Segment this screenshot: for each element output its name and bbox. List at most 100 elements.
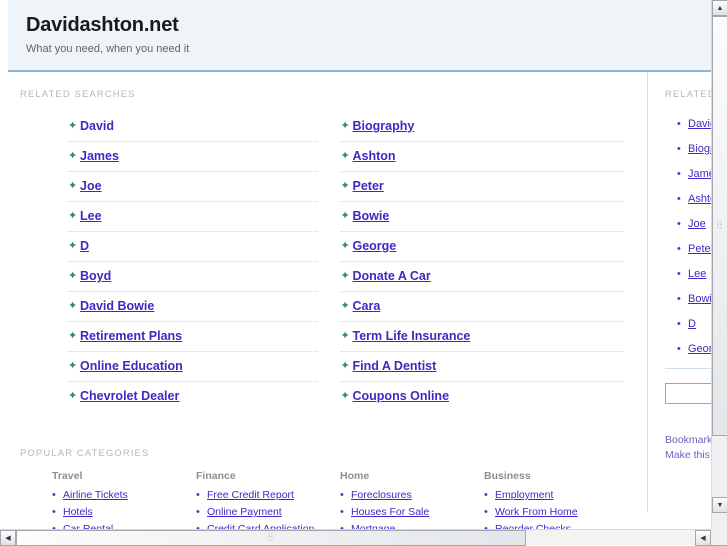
related-search-item[interactable]: ✦Joe	[68, 172, 318, 202]
related-search-link[interactable]: George	[353, 239, 397, 253]
category-list-item[interactable]: •Houses For Sale	[340, 506, 484, 518]
category-heading: Travel	[52, 470, 196, 482]
page-title: Davidashton.net	[26, 14, 711, 36]
horizontal-scrollbar-thumb[interactable]: ∷∷	[16, 530, 526, 546]
related-search-item[interactable]: ✦D	[68, 232, 318, 262]
related-search-item[interactable]: ✦Cara	[341, 292, 624, 322]
dot-bullet-icon: •	[52, 507, 63, 518]
category-column: Finance•Free Credit Report•Online Paymen…	[196, 470, 340, 529]
horizontal-scrollbar[interactable]: ◀ ∷∷ ◀ ▶	[0, 529, 727, 545]
vertical-scrollbar[interactable]: ▲ ∷∷ ▼	[711, 0, 727, 529]
category-list-item[interactable]: •Free Credit Report	[196, 489, 340, 501]
related-search-link[interactable]: James	[80, 149, 119, 163]
dot-bullet-icon: •	[196, 507, 207, 518]
scroll-down-button[interactable]: ▼	[712, 497, 727, 513]
related-searches-label: RELATED SEARCHES	[8, 72, 647, 100]
category-list-item[interactable]: •Hotels	[52, 506, 196, 518]
sidebar-link[interactable]: David	[688, 118, 711, 130]
related-search-item[interactable]: ✦Biography	[341, 112, 624, 142]
sidebar-list-item[interactable]: •George	[677, 343, 711, 355]
category-link[interactable]: Work From Home	[495, 506, 578, 518]
sidebar-list-item[interactable]: •Biography	[677, 143, 711, 155]
related-search-item[interactable]: ✦David	[68, 112, 318, 142]
related-search-link[interactable]: Biography	[353, 119, 415, 133]
sidebar-link[interactable]: Joe	[688, 218, 706, 230]
category-list-item[interactable]: •Work From Home	[484, 506, 628, 518]
related-search-link[interactable]: David Bowie	[80, 299, 154, 313]
sidebar-link[interactable]: D	[688, 318, 696, 330]
related-search-item[interactable]: ✦Find A Dentist	[341, 352, 624, 382]
content-columns: RELATED SEARCHES ✦David✦James✦Joe✦Lee✦D✦…	[0, 72, 711, 529]
dot-bullet-icon: •	[196, 490, 207, 501]
vertical-scrollbar-thumb[interactable]: ∷∷	[712, 16, 727, 436]
related-search-item[interactable]: ✦Coupons Online	[341, 382, 624, 411]
related-search-link[interactable]: Find A Dentist	[353, 359, 437, 373]
scroll-left-icon: ◀	[700, 534, 705, 542]
sidebar-link[interactable]: Biography	[688, 143, 711, 155]
category-list-item[interactable]: •Online Payment	[196, 506, 340, 518]
related-search-item[interactable]: ✦Chevrolet Dealer	[68, 382, 318, 411]
sidebar-link[interactable]: Lee	[688, 268, 706, 280]
related-search-item[interactable]: ✦Ashton	[341, 142, 624, 172]
related-search-link[interactable]: Retirement Plans	[80, 329, 182, 343]
sidebar-list-item[interactable]: •Peter	[677, 243, 711, 255]
scroll-left-icon: ◀	[5, 534, 10, 542]
related-search-item[interactable]: ✦David Bowie	[68, 292, 318, 322]
scroll-left-button[interactable]: ◀	[0, 530, 16, 546]
related-search-link[interactable]: Peter	[353, 179, 384, 193]
sidebar-footer-link[interactable]: Bookmark this page	[665, 434, 711, 446]
arrow-bullet-icon: ✦	[68, 271, 80, 282]
related-search-link[interactable]: Bowie	[353, 209, 390, 223]
sidebar-list-item[interactable]: •D	[677, 318, 711, 330]
sidebar-link[interactable]: James	[688, 168, 711, 180]
related-search-item[interactable]: ✦Retirement Plans	[68, 322, 318, 352]
category-list-item[interactable]: •Foreclosures	[340, 489, 484, 501]
category-link[interactable]: Foreclosures	[351, 489, 412, 501]
related-search-link[interactable]: Online Education	[80, 359, 183, 373]
related-search-item[interactable]: ✦Term Life Insurance	[341, 322, 624, 352]
sidebar-list-item[interactable]: •David	[677, 118, 711, 130]
category-link[interactable]: Online Payment	[207, 506, 282, 518]
sidebar-list-item[interactable]: •Bowie	[677, 293, 711, 305]
related-search-link[interactable]: D	[80, 239, 89, 253]
sidebar-link[interactable]: Ashton	[688, 193, 711, 205]
related-search-link[interactable]: David	[80, 119, 114, 133]
related-search-link[interactable]: Joe	[80, 179, 102, 193]
scroll-right-button-left[interactable]: ◀	[695, 530, 711, 546]
related-search-item[interactable]: ✦Lee	[68, 202, 318, 232]
sidebar-footer-link[interactable]: Make this my homepage	[665, 449, 711, 461]
dot-bullet-icon: •	[340, 507, 351, 518]
related-search-item[interactable]: ✦Peter	[341, 172, 624, 202]
sidebar-list-item[interactable]: •Lee	[677, 268, 711, 280]
related-search-link[interactable]: Coupons Online	[353, 389, 450, 403]
related-search-item[interactable]: ✦Bowie	[341, 202, 624, 232]
category-link[interactable]: Airline Tickets	[63, 489, 128, 501]
popular-categories-section: POPULAR CATEGORIES Travel•Airline Ticket…	[8, 411, 647, 529]
sidebar-link[interactable]: Bowie	[688, 293, 711, 305]
category-link[interactable]: Free Credit Report	[207, 489, 294, 501]
related-search-link[interactable]: Donate A Car	[353, 269, 431, 283]
related-search-link[interactable]: Chevrolet Dealer	[80, 389, 179, 403]
category-link[interactable]: Employment	[495, 489, 553, 501]
sidebar-list-item[interactable]: •James	[677, 168, 711, 180]
category-list-item[interactable]: •Airline Tickets	[52, 489, 196, 501]
related-search-item[interactable]: ✦Boyd	[68, 262, 318, 292]
related-search-item[interactable]: ✦Donate A Car	[341, 262, 624, 292]
related-search-link[interactable]: Boyd	[80, 269, 111, 283]
sidebar-list-item[interactable]: •Joe	[677, 218, 711, 230]
related-search-link[interactable]: Ashton	[353, 149, 396, 163]
sidebar-link[interactable]: George	[688, 343, 711, 355]
related-search-item[interactable]: ✦Online Education	[68, 352, 318, 382]
related-search-item[interactable]: ✦George	[341, 232, 624, 262]
related-search-item[interactable]: ✦James	[68, 142, 318, 172]
related-search-link[interactable]: Lee	[80, 209, 102, 223]
category-link[interactable]: Hotels	[63, 506, 93, 518]
category-link[interactable]: Houses For Sale	[351, 506, 429, 518]
related-search-link[interactable]: Cara	[353, 299, 381, 313]
sidebar-link[interactable]: Peter	[688, 243, 711, 255]
scroll-up-button[interactable]: ▲	[712, 0, 727, 16]
category-list-item[interactable]: •Employment	[484, 489, 628, 501]
sidebar-search-input[interactable]	[665, 383, 711, 404]
related-search-link[interactable]: Term Life Insurance	[353, 329, 471, 343]
sidebar-list-item[interactable]: •Ashton	[677, 193, 711, 205]
